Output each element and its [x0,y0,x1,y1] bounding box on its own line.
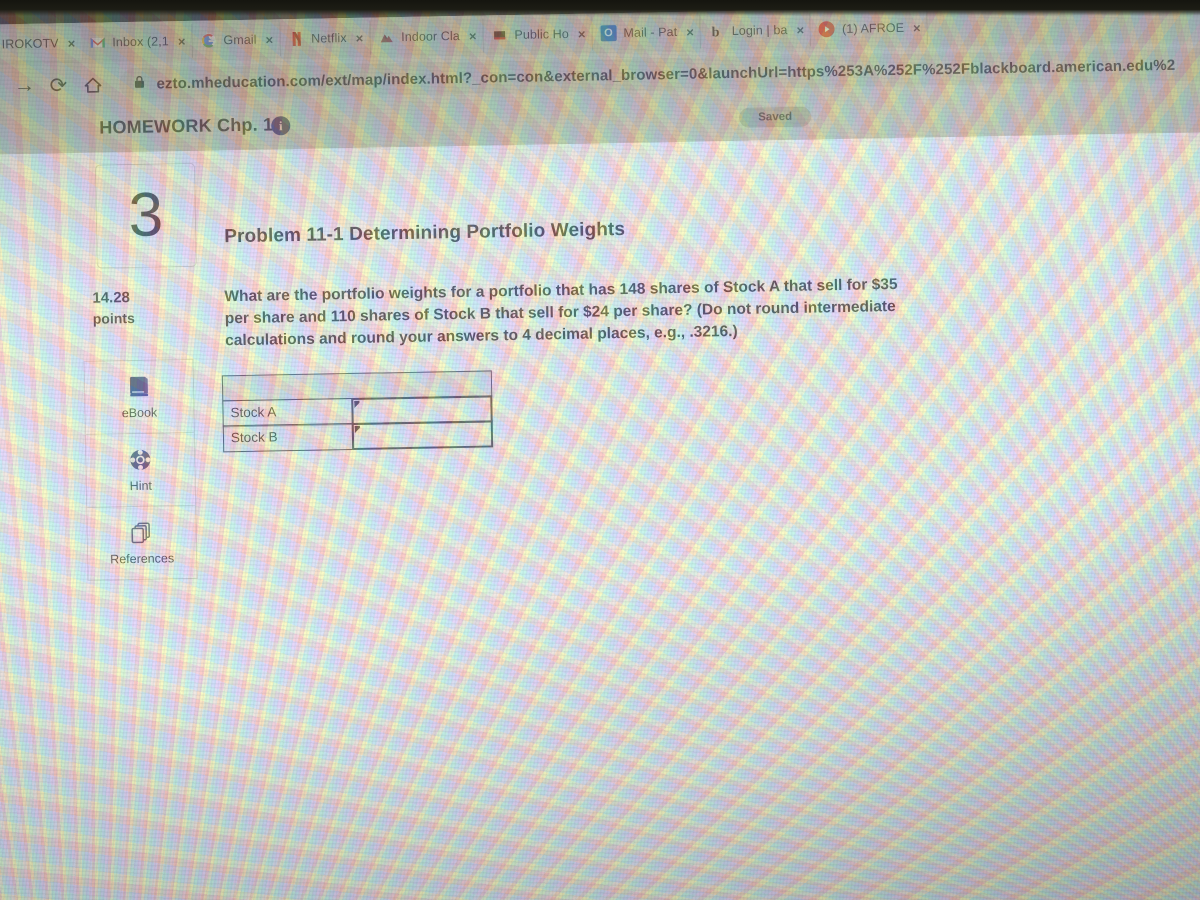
references-pages-icon [128,520,154,546]
tab-title: Inbox (2,1 [112,34,169,50]
browser-tab-irokotv[interactable]: C IROKOTV × [0,25,82,62]
page-title: HOMEWORK Chp. 11 [99,114,283,138]
browser-tab-outlook-mail[interactable]: O Mail - Pat × [592,14,702,51]
browser-tab-inbox[interactable]: Inbox (2,1 × [80,23,193,60]
references-button[interactable]: References [87,506,196,580]
info-icon[interactable]: i [271,116,291,136]
public-housing-icon [491,27,507,43]
address-bar-url: ezto.mheducation.com/ext/map/index.html?… [156,56,1176,93]
points-label: points [92,309,135,327]
netflix-icon [288,31,304,47]
hint-lifering-icon [127,447,153,473]
close-icon[interactable]: × [686,24,694,39]
table-row: Stock B [222,420,494,453]
gmail-m-icon [89,34,105,50]
svg-text:b: b [712,25,720,39]
lock-icon [133,74,147,93]
tab-title: IROKOTV [1,36,59,52]
ebook-button[interactable]: eBook [84,359,194,435]
answer-input-stock-b[interactable] [351,420,494,451]
tab-title: Public Ho [514,26,569,42]
google-g-icon [200,32,216,48]
close-icon[interactable]: × [355,30,363,45]
close-icon[interactable]: × [469,28,477,43]
references-label: References [110,551,175,567]
close-icon[interactable]: × [68,36,76,51]
cell-marker-icon [354,425,360,433]
close-icon[interactable]: × [796,22,804,37]
close-icon[interactable]: × [265,32,273,47]
question-number-box: 3 [94,162,197,269]
ebook-label: eBook [121,405,158,421]
browser-tab-gmail[interactable]: Gmail × [192,22,281,58]
close-icon[interactable]: × [578,26,586,41]
tab-title: Netflix [311,31,347,46]
browser-tab-youtube[interactable]: (1) AFROE × [810,10,928,47]
home-button[interactable] [75,67,110,102]
browser-tab-blackboard-login[interactable]: b Login | ba × [700,12,812,49]
screen-photo: C IROKOTV × Inbox (2,1 × Gmail × [0,0,1200,900]
indoor-climbing-icon [378,29,394,45]
tab-title: Indoor Cla [401,28,460,45]
question-tool-rail: eBook Hint References [83,358,198,581]
browser-tab-indoor-climbing[interactable]: Indoor Cla × [369,18,484,55]
tab-title: Mail - Pat [623,24,678,40]
question-text: What are the portfolio weights for a por… [224,273,925,352]
hint-label: Hint [129,478,153,494]
outlook-mail-icon: O [600,25,617,42]
status-badge-saved: Saved [739,106,812,128]
points-value: 14.28 [92,289,131,307]
close-icon[interactable]: × [913,20,921,35]
ebook-icon [126,374,152,400]
tab-title: Login | ba [731,22,788,38]
row-label-stock-b: Stock B [222,422,354,453]
browser-tab-public-housing[interactable]: Public Ho × [483,16,593,53]
cell-marker-icon [353,400,359,408]
browser-tab-netflix[interactable]: Netflix × [279,20,371,57]
question-number: 3 [128,180,164,251]
forward-button[interactable]: → [7,69,42,104]
blackboard-b-icon: b [709,23,725,40]
answer-table: Stock A Stock B [221,370,494,453]
hint-button[interactable]: Hint [85,432,196,508]
question-content-area: 3 Problem 11-1 Determining Portfolio Wei… [0,131,1200,900]
tab-title: (1) AFROE [841,20,905,36]
browser-window: C IROKOTV × Inbox (2,1 × Gmail × [0,0,1200,900]
problem-title: Problem 11-1 Determining Portfolio Weigh… [224,218,626,248]
reload-button[interactable]: ⟳ [41,68,76,103]
close-icon[interactable]: × [178,33,186,48]
tab-title: Gmail [223,32,257,48]
youtube-icon [818,21,836,38]
